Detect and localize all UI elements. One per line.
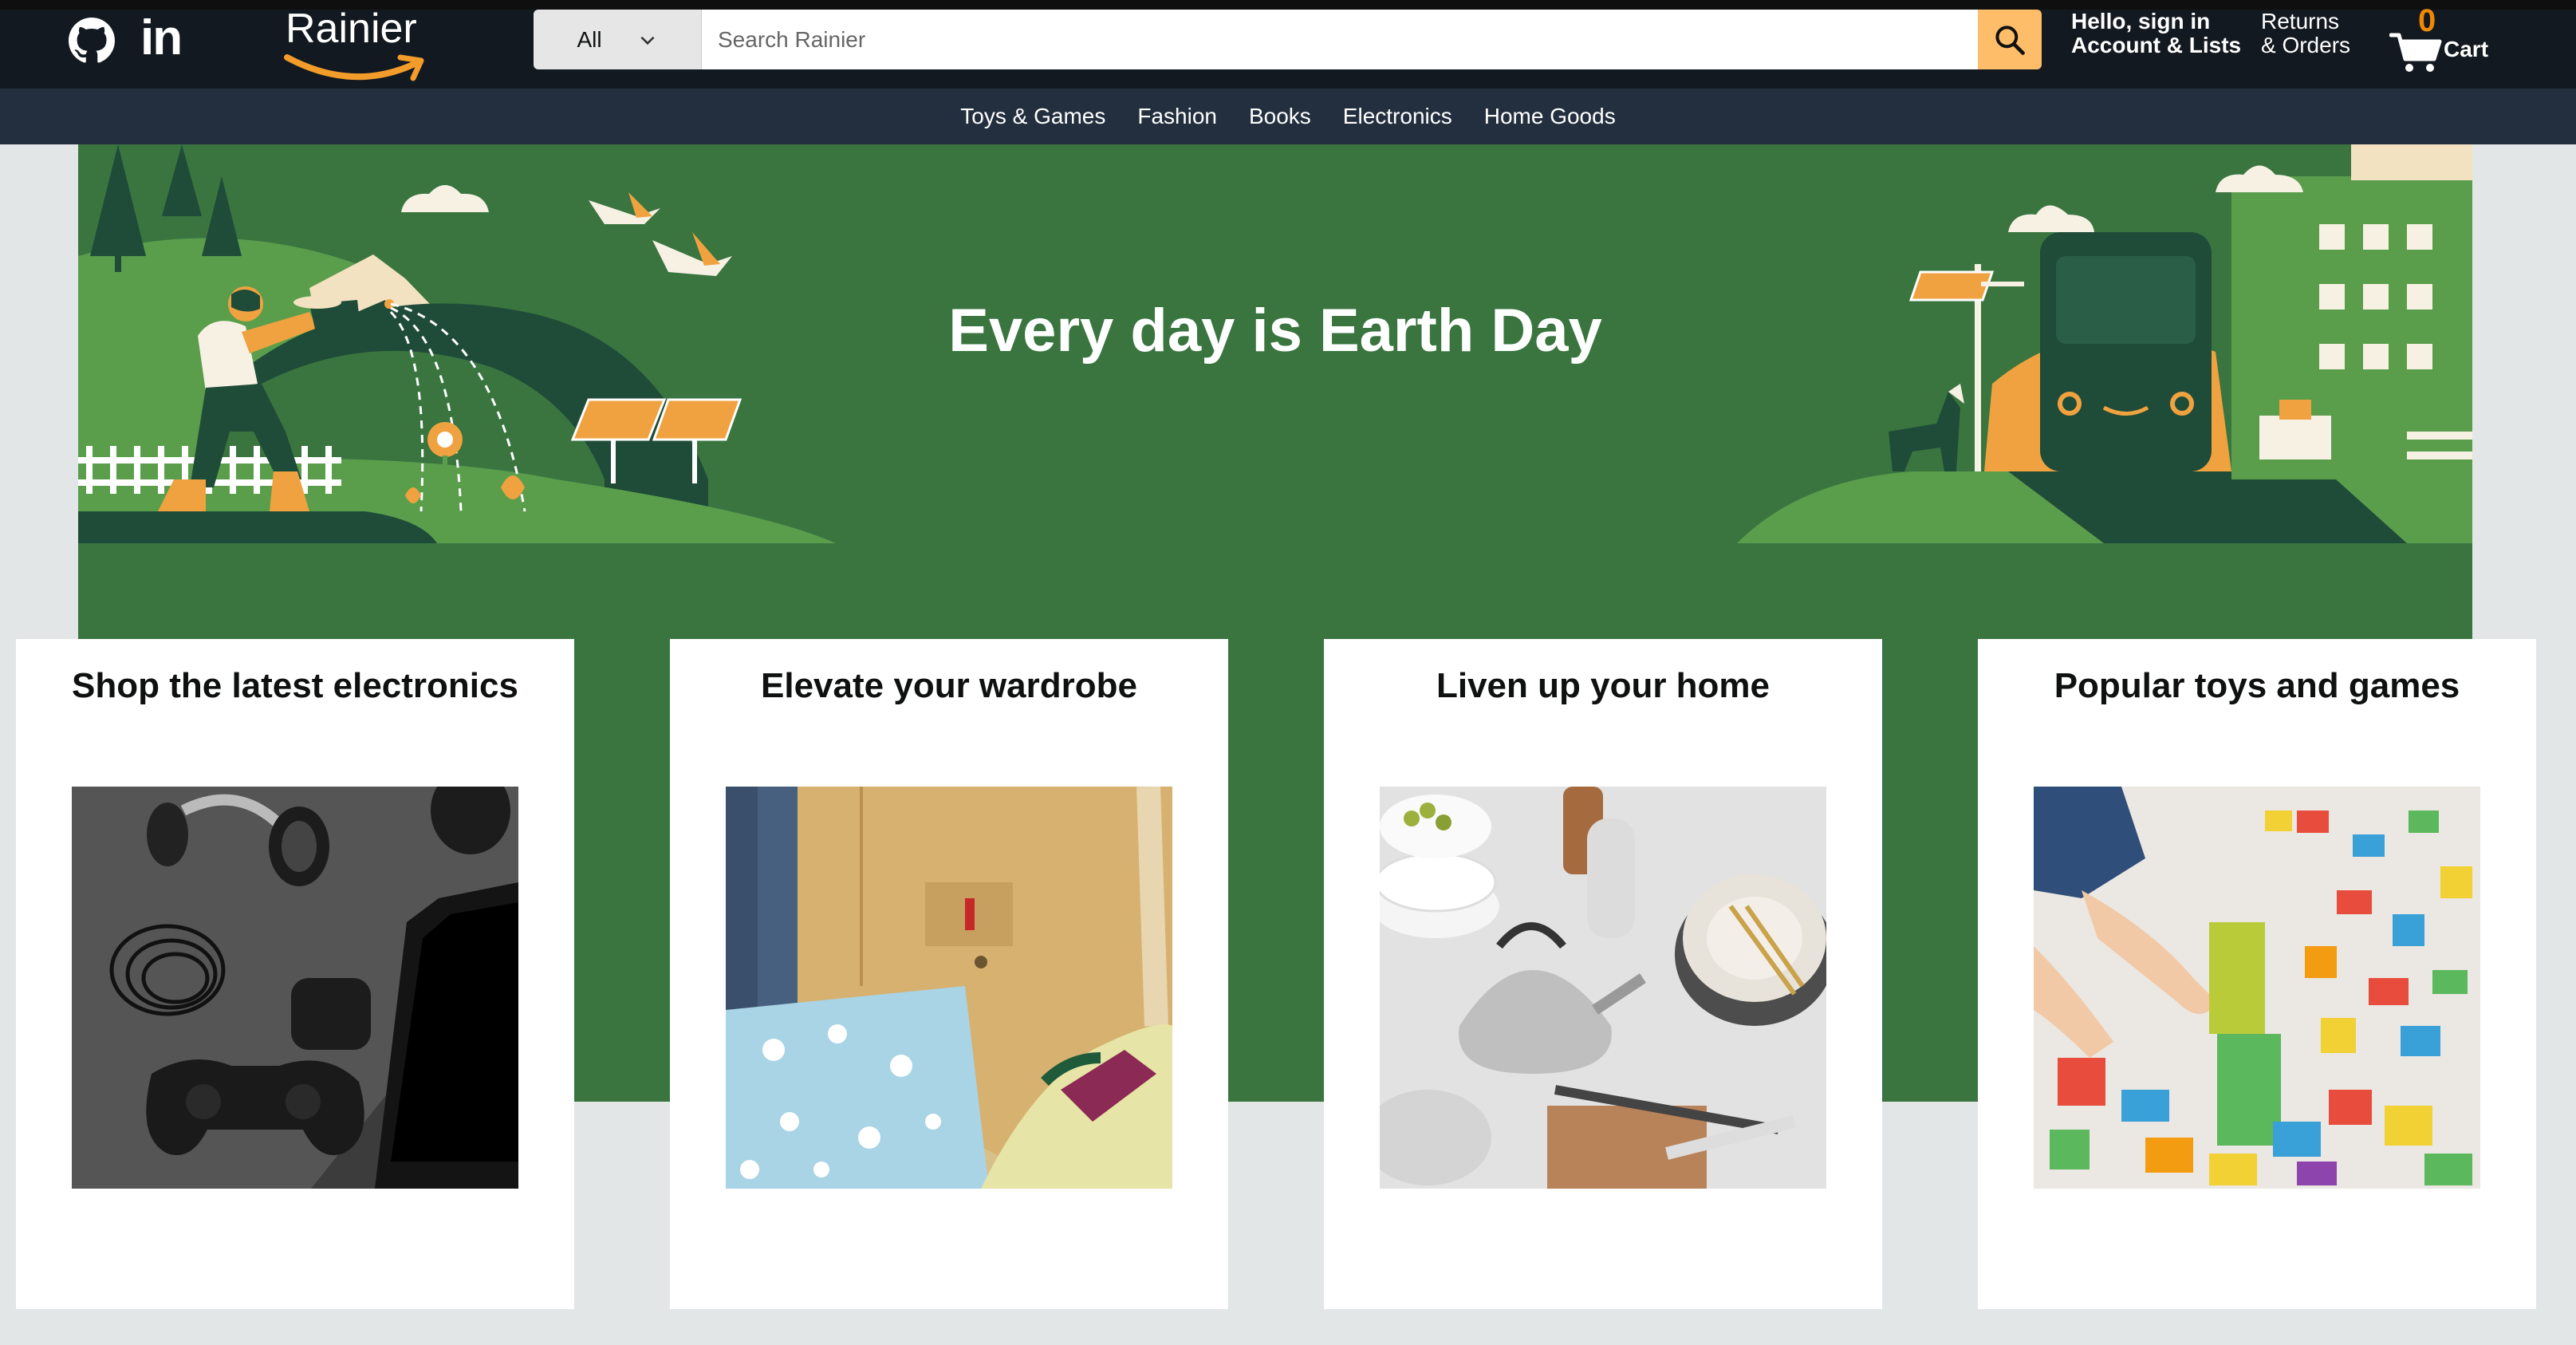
search-bar: All	[534, 10, 2042, 69]
hero-title: Every day is Earth Day	[948, 297, 1602, 365]
logo-smile-icon	[284, 54, 424, 81]
nav-item-electronics[interactable]: Electronics	[1343, 89, 1452, 144]
logo-text: Rainier	[286, 6, 417, 52]
account-greeting: Hello, sign in	[2071, 9, 2211, 34]
card-wardrobe[interactable]: Elevate your wardrobe	[670, 639, 1228, 1309]
search-button[interactable]	[1978, 10, 2042, 69]
search-category-select[interactable]: All	[534, 10, 702, 69]
category-nav: Toys & Games Fashion Books Electronics H…	[0, 89, 2576, 144]
wardrobe-image[interactable]	[726, 787, 1172, 1189]
electronics-image[interactable]	[72, 787, 518, 1189]
card-title: Elevate your wardrobe	[761, 666, 1137, 705]
returns-orders-link[interactable]: Returns & Orders	[2261, 10, 2350, 57]
orders-label: & Orders	[2261, 33, 2351, 57]
cart-icon	[2389, 33, 2442, 72]
card-title: Shop the latest electronics	[72, 666, 518, 705]
nav-item-fashion[interactable]: Fashion	[1137, 89, 1217, 144]
search-icon	[1995, 25, 2025, 55]
home-image[interactable]	[1380, 787, 1826, 1189]
hero-banner[interactable]: Every day is Earth Day	[78, 144, 2472, 639]
site-logo[interactable]: Rainier	[281, 5, 432, 85]
card-title: Liven up your home	[1436, 666, 1771, 705]
cart-label: Cart	[2444, 37, 2489, 61]
search-input[interactable]	[702, 10, 1978, 69]
nav-item-home-goods[interactable]: Home Goods	[1484, 89, 1616, 144]
chevron-down-icon	[640, 36, 655, 45]
nav-item-books[interactable]: Books	[1249, 89, 1311, 144]
toys-image[interactable]	[2034, 787, 2480, 1189]
card-title: Popular toys and games	[2054, 666, 2460, 705]
card-toys[interactable]: Popular toys and games	[1978, 639, 2536, 1309]
hero-illustration	[78, 144, 2472, 543]
card-home[interactable]: Liven up your home	[1324, 639, 1882, 1309]
top-header: in Rainier All Hello, sign in Account & …	[0, 0, 2576, 89]
account-lists-link[interactable]: Hello, sign in Account & Lists	[2071, 10, 2241, 57]
github-icon[interactable]	[69, 18, 115, 64]
cart-link[interactable]: 0 Cart	[2389, 3, 2501, 75]
nav-item-toys-games[interactable]: Toys & Games	[960, 89, 1105, 144]
linkedin-icon[interactable]: in	[140, 13, 183, 64]
card-electronics[interactable]: Shop the latest electronics	[16, 639, 574, 1309]
account-lists-label: Account & Lists	[2071, 33, 2242, 57]
search-category-label: All	[577, 26, 602, 52]
returns-label: Returns	[2261, 9, 2340, 34]
